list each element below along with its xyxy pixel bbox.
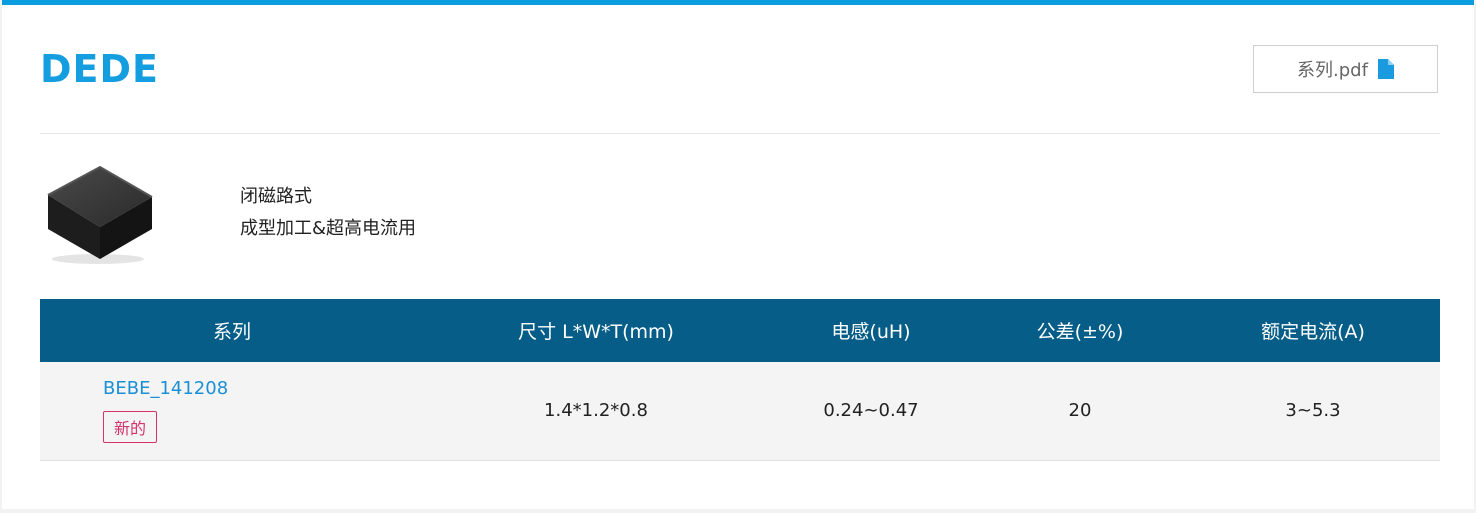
product-description: 闭磁路式 成型加工&超高电流用 — [240, 181, 416, 245]
desc-line-2: 成型加工&超高电流用 — [240, 218, 417, 239]
inductor-chip-image — [40, 155, 156, 267]
col-header-inductance: 电感(uH) — [831, 321, 911, 343]
series-cell: BEBE_141208 新的 — [40, 362, 424, 460]
product-card: DEDE 系列.pdf 闭磁路式 成型加工&超高电流用 系列 尺寸 L*W*T(… — [2, 0, 1474, 509]
series-link[interactable]: BEBE_141208 — [103, 378, 424, 399]
new-badge: 新的 — [103, 411, 158, 444]
col-header-tolerance: 公差(±%) — [1036, 321, 1124, 343]
pdf-button-label: 系列.pdf — [1297, 60, 1368, 81]
file-icon — [1377, 59, 1394, 79]
table-header-row: 系列 尺寸 L*W*T(mm) 电感(uH) 公差(±%) 额定电流(A) — [40, 299, 1440, 362]
current-cell: 3~5.3 — [1285, 400, 1341, 422]
desc-line-1: 闭磁路式 — [240, 186, 312, 207]
tolerance-cell: 20 — [1068, 400, 1092, 422]
col-header-series: 系列 — [212, 321, 251, 343]
table-row: BEBE_141208 新的 1.4*1.2*0.8 0.24~0.47 20 … — [40, 362, 1440, 460]
col-header-current: 额定电流(A) — [1261, 321, 1365, 343]
header-divider — [40, 133, 1440, 134]
col-header-size: 尺寸 L*W*T(mm) — [518, 321, 674, 343]
inductance-cell: 0.24~0.47 — [823, 400, 919, 422]
pdf-download-button[interactable]: 系列.pdf — [1253, 45, 1438, 93]
size-cell: 1.4*1.2*0.8 — [544, 400, 648, 422]
page-title: DEDE — [40, 47, 160, 91]
spec-table: 系列 尺寸 L*W*T(mm) 电感(uH) 公差(±%) 额定电流(A) BE… — [40, 299, 1440, 461]
